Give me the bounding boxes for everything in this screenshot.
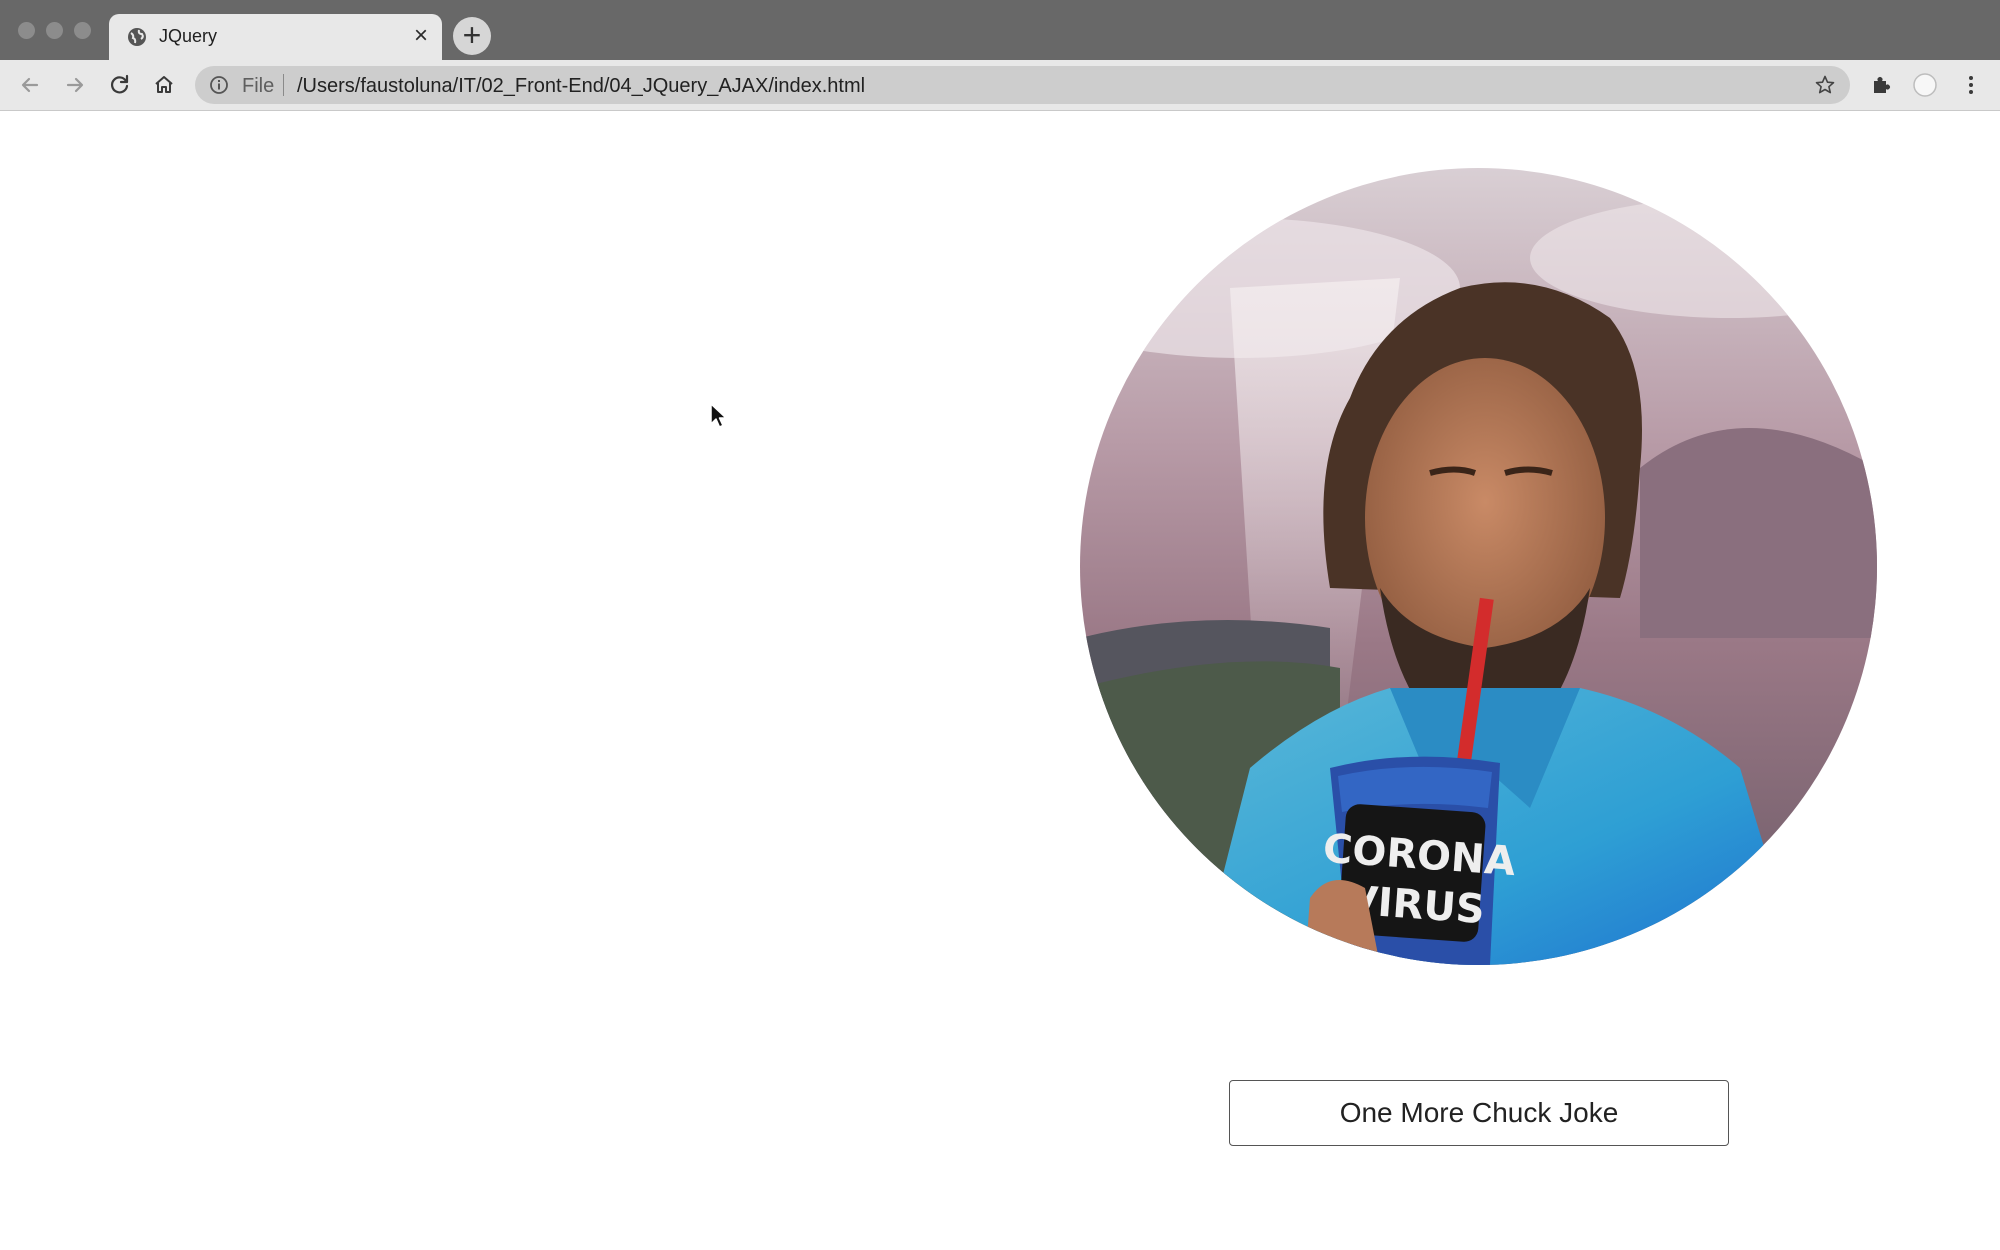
browser-toolbar: File /Users/faustoluna/IT/02_Front-End/0… xyxy=(0,60,2000,111)
url-text[interactable]: /Users/faustoluna/IT/02_Front-End/04_JQu… xyxy=(297,75,865,98)
back-icon[interactable] xyxy=(17,72,43,98)
tab-title: JQuery xyxy=(159,26,218,46)
mouse-cursor-icon xyxy=(710,403,727,428)
star-icon[interactable] xyxy=(1814,74,1836,96)
address-bar[interactable]: File /Users/faustoluna/IT/02_Front-End/0… xyxy=(195,66,1850,104)
address-separator xyxy=(283,74,284,96)
browser-tab[interactable]: JQuery × xyxy=(109,14,442,60)
page-content: CORONA VIRUS One More Chuck Joke xyxy=(0,111,2000,1250)
one-more-joke-button[interactable]: One More Chuck Joke xyxy=(1229,1080,1729,1146)
browser-titlebar: JQuery × + xyxy=(0,0,2000,60)
menu-icon[interactable] xyxy=(1958,72,1984,98)
scheme-label: File xyxy=(242,75,275,97)
new-tab-button[interactable]: + xyxy=(453,17,491,55)
tab-close-icon[interactable]: × xyxy=(414,22,428,50)
profile-icon[interactable] xyxy=(1912,72,1938,98)
home-icon[interactable] xyxy=(151,72,177,98)
globe-icon xyxy=(128,28,146,46)
window-minimize-control[interactable] xyxy=(46,22,63,39)
window-close-control[interactable] xyxy=(18,22,35,39)
window-zoom-control[interactable] xyxy=(74,22,91,39)
extensions-icon[interactable] xyxy=(1868,72,1894,98)
info-icon[interactable] xyxy=(209,75,229,95)
reload-icon[interactable] xyxy=(107,72,133,98)
forward-icon[interactable] xyxy=(62,72,88,98)
photo-illustration: CORONA VIRUS xyxy=(1080,168,1877,965)
chuck-norris-photo: CORONA VIRUS xyxy=(1080,168,1877,965)
